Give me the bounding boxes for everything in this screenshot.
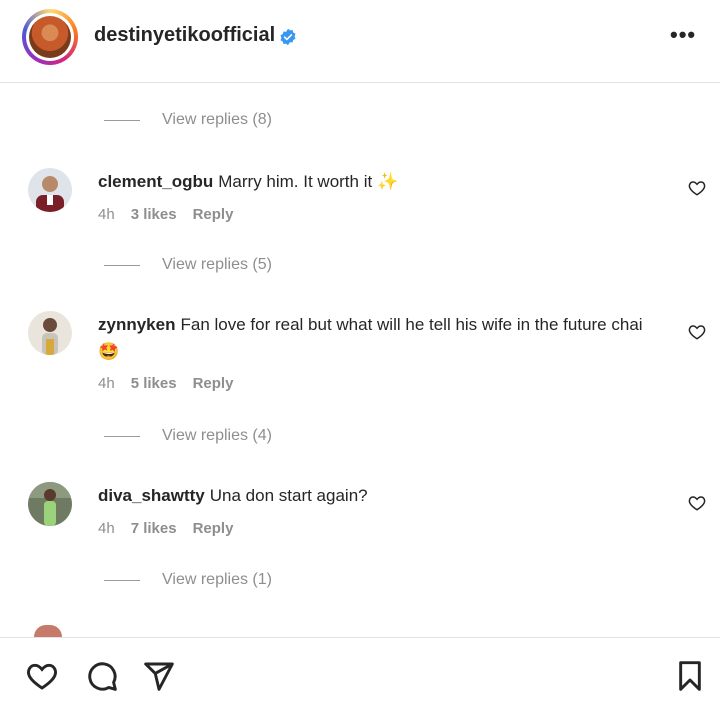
view-replies-label: View replies (8) xyxy=(162,111,272,128)
avatar[interactable] xyxy=(34,625,62,637)
comment-likes[interactable]: 5 likes xyxy=(131,375,177,392)
avatar[interactable] xyxy=(28,311,72,355)
comment-time: 4h xyxy=(98,206,115,223)
avatar[interactable] xyxy=(28,482,72,526)
like-comment-heart-icon[interactable] xyxy=(688,179,706,197)
comment-likes[interactable]: 3 likes xyxy=(131,206,177,223)
view-replies-label: View replies (1) xyxy=(162,571,272,588)
comment-likes[interactable]: 7 likes xyxy=(131,520,177,537)
comment-username[interactable]: clement_ogbu xyxy=(98,172,213,191)
view-replies-button[interactable]: View replies (4) xyxy=(104,427,272,445)
comment-meta: 4h 5 likes Reply xyxy=(98,375,233,392)
star-struck-emoji: 🤩 xyxy=(98,342,120,361)
comment-meta: 4h 7 likes Reply xyxy=(98,520,233,537)
like-comment-heart-icon[interactable] xyxy=(688,323,706,341)
comment-body: Marry him. It worth it xyxy=(218,172,373,191)
view-replies-button[interactable]: View replies (5) xyxy=(104,256,272,274)
avatar[interactable] xyxy=(22,9,78,65)
sparkles-emoji: ✨ xyxy=(376,172,399,191)
reply-button[interactable]: Reply xyxy=(193,206,234,223)
heart-icon[interactable] xyxy=(26,660,58,692)
view-replies-label: View replies (5) xyxy=(162,256,272,273)
comment-username[interactable]: diva_shawtty xyxy=(98,486,205,505)
view-replies-label: View replies (4) xyxy=(162,427,272,444)
reply-button[interactable]: Reply xyxy=(193,520,234,537)
avatar[interactable] xyxy=(28,168,72,212)
view-replies-button[interactable]: View replies (8) xyxy=(104,111,272,129)
comment-time: 4h xyxy=(98,375,115,392)
more-options-icon[interactable]: ••• xyxy=(670,22,696,48)
bookmark-icon[interactable] xyxy=(674,660,706,692)
like-comment-heart-icon[interactable] xyxy=(688,494,706,512)
replies-divider xyxy=(104,435,140,437)
share-icon[interactable] xyxy=(143,660,175,692)
comment-text-block: diva_shawtty Una don start again? xyxy=(98,482,658,509)
header-username[interactable]: destinyetikoofficial xyxy=(94,24,275,47)
comment-text-block: zynnyken Fan love for real but what will … xyxy=(98,311,658,365)
comment-body: Una don start again? xyxy=(209,486,368,505)
comment-text-block: clement_ogbu Marry him. It worth it ✨ xyxy=(98,168,658,195)
comment-body: Fan love for real but what will he tell … xyxy=(180,315,643,334)
comment-time: 4h xyxy=(98,520,115,537)
reply-button[interactable]: Reply xyxy=(193,375,234,392)
comment-username[interactable]: zynnyken xyxy=(98,315,175,334)
view-replies-button[interactable]: View replies (1) xyxy=(104,571,272,589)
post-header: destinyetikoofficial ••• xyxy=(0,0,720,83)
post-actions-bar xyxy=(0,637,720,701)
replies-divider xyxy=(104,119,140,121)
comment-icon[interactable] xyxy=(86,660,118,692)
replies-divider xyxy=(104,264,140,266)
verified-badge-icon xyxy=(280,28,296,46)
comment-meta: 4h 3 likes Reply xyxy=(98,206,233,223)
replies-divider xyxy=(104,579,140,581)
